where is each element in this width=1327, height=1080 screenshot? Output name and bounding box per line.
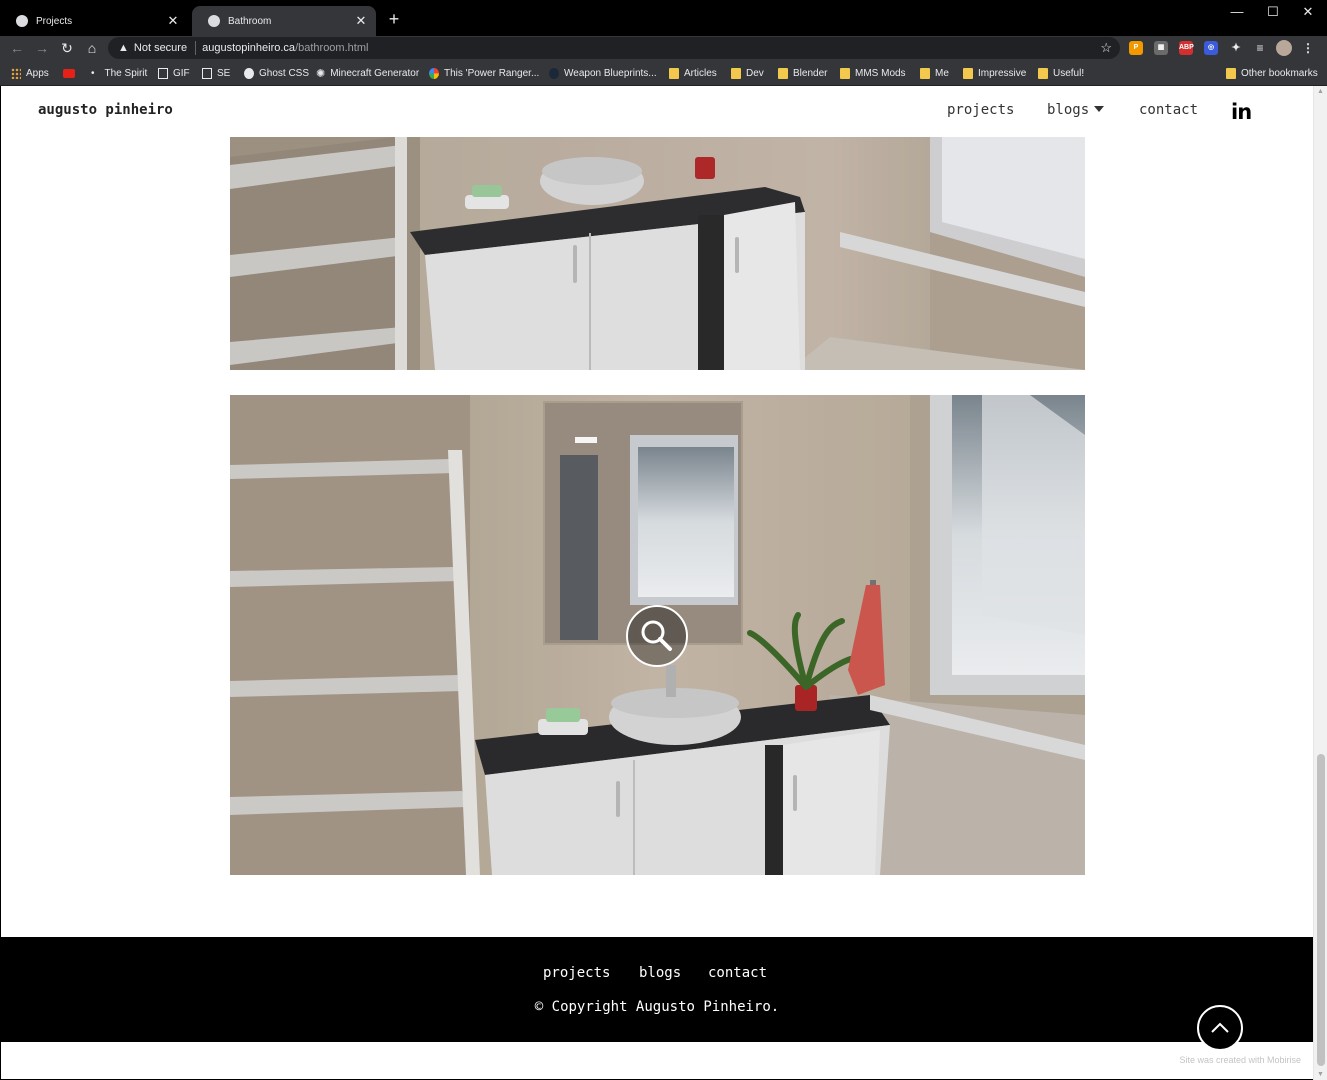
page-viewport: augusto pinheiro projects blogs contact … [1, 86, 1313, 1079]
zoom-button[interactable] [626, 605, 688, 667]
magnifier-icon [641, 620, 672, 651]
nav-projects-link[interactable]: projects [947, 102, 1014, 118]
site-favicon-icon [16, 15, 28, 27]
tab-bathroom[interactable]: Bathroom ✕ [192, 6, 376, 36]
scroll-up-icon[interactable]: ▲ [1317, 88, 1324, 95]
bookmark-folder-useful[interactable]: Useful! [1038, 65, 1084, 81]
bookmark-power-ranger[interactable]: This 'Power Ranger... [429, 65, 539, 81]
footer-copyright: © Copyright Augusto Pinheiro. [534, 999, 780, 1015]
footer-contact-link[interactable]: contact [708, 965, 767, 981]
bookmark-gif[interactable]: GIF [158, 65, 190, 81]
folder-icon [963, 67, 973, 79]
back-button[interactable]: ← [7, 38, 27, 58]
bathroom-render-image [230, 137, 1085, 370]
folder-icon [778, 67, 788, 79]
ghost-icon [244, 67, 254, 79]
bookmark-folder-articles[interactable]: Articles [669, 65, 717, 81]
apps-grid-icon [11, 67, 21, 79]
bookmark-se[interactable]: SE [202, 65, 230, 81]
stack-exchange-icon [202, 67, 212, 79]
bookmark-minecraft-generator[interactable]: ✺ Minecraft Generator [316, 65, 419, 81]
site-footer: projects blogs contact © Copyright Augus… [1, 937, 1313, 1042]
globe-icon [429, 67, 439, 79]
new-tab-button[interactable]: + [384, 9, 404, 29]
scroll-down-icon[interactable]: ▼ [1317, 1071, 1324, 1078]
forward-button[interactable]: → [32, 38, 52, 58]
media-icon[interactable]: ≡ [1253, 41, 1267, 55]
menu-kebab-icon[interactable]: ⋮ [1301, 41, 1315, 55]
maximize-button[interactable]: ☐ [1258, 2, 1288, 22]
bookmark-weapon-blueprints[interactable]: Weapon Blueprints... [549, 65, 657, 81]
footer-projects-link[interactable]: projects [543, 965, 610, 981]
gear-icon: ✺ [316, 67, 326, 80]
bookmark-ghost-css[interactable]: Ghost CSS [244, 65, 309, 81]
extension-gray-icon[interactable]: ▦ [1154, 41, 1168, 55]
page-scrollbar[interactable]: ▲ ▼ [1313, 86, 1327, 1080]
site-navbar: augusto pinheiro projects blogs contact … [1, 86, 1313, 137]
linkedin-icon[interactable]: in [1231, 100, 1252, 124]
tab-title: Projects [36, 15, 73, 27]
folder-icon [1038, 67, 1048, 79]
nav-blogs-label: blogs [1047, 102, 1090, 118]
bookmark-folder-mms-mods[interactable]: MMS Mods [840, 65, 906, 81]
reload-button[interactable]: ↻ [57, 38, 77, 58]
scroll-to-top-button[interactable] [1197, 1005, 1243, 1051]
bookmarks-bar: Apps • The Spirit GIF SE Ghost CSS ✺ Min… [0, 60, 1327, 86]
youtube-icon [63, 68, 75, 78]
tab-close-icon[interactable]: ✕ [354, 13, 368, 29]
extension-orange-icon[interactable]: P [1129, 41, 1143, 55]
page-icon [158, 67, 168, 79]
gallery-image[interactable] [230, 137, 1085, 370]
bookmark-folder-blender[interactable]: Blender [778, 65, 827, 81]
folder-icon [669, 67, 679, 79]
bookmark-folder-impressive[interactable]: Impressive [963, 65, 1026, 81]
bookmark-folder-me[interactable]: Me [920, 65, 949, 81]
gallery-image[interactable] [230, 395, 1085, 875]
close-window-button[interactable]: ✕ [1293, 2, 1323, 22]
bookmark-youtube[interactable] [63, 65, 80, 81]
adblock-icon[interactable]: ABP [1179, 41, 1194, 55]
home-button[interactable]: ⌂ [82, 38, 102, 58]
site-brand[interactable]: augusto pinheiro [38, 102, 173, 118]
bookmark-other-bookmarks[interactable]: Other bookmarks [1226, 65, 1318, 81]
bookmark-the-spirit[interactable]: • The Spirit [91, 65, 147, 81]
security-status[interactable]: Not secure [134, 42, 187, 54]
browser-toolbar: ← → ↻ ⌂ ▲ Not secure augustopinheiro.ca /… [0, 36, 1327, 60]
caret-down-icon [1094, 106, 1105, 112]
bookmark-apps[interactable]: Apps [11, 65, 49, 81]
tab-close-icon[interactable]: ✕ [166, 13, 180, 29]
divider [195, 41, 197, 55]
footer-blogs-link[interactable]: blogs [639, 965, 681, 981]
profile-avatar[interactable] [1276, 40, 1292, 56]
dot-icon: • [91, 67, 95, 79]
browser-tab-strip: Projects ✕ Bathroom ✕ + — ☐ ✕ [0, 0, 1327, 36]
mobirise-credit[interactable]: Site was created with Mobirise [1179, 1055, 1301, 1065]
tab-projects[interactable]: Projects ✕ [0, 6, 188, 36]
url-host: augustopinheiro.ca [202, 42, 296, 54]
minimize-button[interactable]: — [1222, 2, 1252, 22]
bookmark-star-icon[interactable]: ☆ [1100, 40, 1112, 56]
nav-contact-link[interactable]: contact [1139, 102, 1198, 118]
scrollbar-thumb[interactable] [1317, 754, 1325, 1066]
folder-icon [920, 67, 930, 79]
site-favicon-icon [208, 15, 220, 27]
address-bar[interactable]: ▲ Not secure augustopinheiro.ca/bathroom… [108, 37, 1120, 59]
bookmark-folder-dev[interactable]: Dev [731, 65, 764, 81]
folder-icon [731, 67, 741, 79]
warning-icon[interactable]: ▲ [118, 42, 129, 54]
nav-blogs-dropdown[interactable]: blogs [1047, 102, 1105, 118]
site-icon [549, 67, 559, 79]
folder-icon [1226, 67, 1236, 79]
folder-icon [840, 67, 850, 79]
tab-title: Bathroom [228, 15, 272, 27]
chevron-up-icon [1211, 1022, 1229, 1033]
extension-blue-icon[interactable]: ◎ [1204, 41, 1218, 55]
puzzle-icon[interactable]: ✦ [1229, 41, 1243, 55]
url-path: /bathroom.html [295, 42, 369, 54]
